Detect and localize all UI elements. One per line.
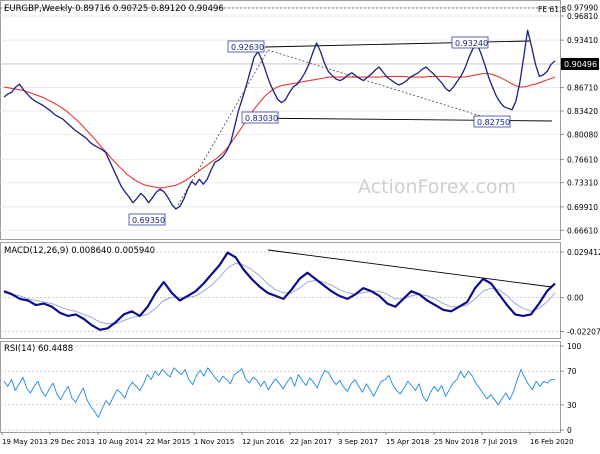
rsi-axis-labels: 100 70 30 0 [560,342,582,435]
rsi-gridlines [0,345,560,431]
x-axis-label: 3 Sep 2017 [338,438,378,446]
annotation-high-2016: 0.92630 [231,43,264,52]
annotation-low-2019: 0.82750 [477,118,510,127]
macd-tick-label: 0.029412 [567,248,600,257]
price-tick-label: 0.93410 [567,36,598,45]
annotation-low-2015: 0.69350 [132,216,165,225]
rsi-panel-frame [0,341,561,433]
price-tick-label: 0.69910 [567,203,598,212]
price-axis-labels: 0.979900.968100.934100.900900.867100.834… [560,4,598,235]
watermark: ActionForex.com [358,176,516,198]
x-axis-label: 1 Nov 2015 [194,438,234,446]
rsi-tick-label: 70 [567,367,577,376]
rsi-tick-label: 30 [567,401,577,410]
x-axis-label: 19 May 2013 [2,438,48,446]
current-price-label: 0.90496 [564,60,597,69]
rsi-line [3,367,555,418]
price-tick-label: 0.86710 [567,84,598,93]
fibonacci-label: FE 61.8 [538,5,566,14]
macd-panel-frame [0,242,561,339]
price-panel-title: EURGBP,Weekly 0.89716 0.90725 0.89120 0.… [4,4,224,14]
moving-average-line [3,72,556,189]
x-axis-label: 12 Jun 2016 [242,438,285,446]
macd-tick-label: 0.00 [567,293,584,302]
rsi-tick-label: 100 [567,342,582,351]
price-tick-label: 0.83420 [567,107,598,116]
ohlc-values: 0.89716 0.90725 0.89120 0.90496 [75,4,224,14]
price-tick-label: 0.73310 [567,179,598,188]
rsi-panel-title: RSI(14) 60.4488 [4,344,73,354]
x-axis-label: 16 Feb 2020 [530,438,574,446]
x-axis-label: 25 Nov 2018 [434,438,479,446]
annotation-low-2016: 0.83030 [245,114,278,123]
x-axis-label: 10 Aug 2014 [98,438,143,446]
macd-tick-label: -0.022074 [567,328,600,337]
annotation-high-2019: 0.93240 [455,39,488,48]
macd-panel-title: MACD(12,26,9) 0.008640 0.005940 [4,246,155,256]
price-tick-label: 0.66610 [567,226,598,235]
macd-series-group [3,251,556,331]
macd-axis-labels: 0.029412 0.00 -0.022074 [560,248,600,337]
x-axis-label: 15 Apr 2018 [386,438,429,446]
x-axis-labels: 19 May 2013 29 Dec 2013 10 Aug 2014 22 Mar … [1,432,574,446]
price-tick-label: 0.76610 [567,155,598,164]
x-axis-label: 29 Dec 2013 [50,438,95,446]
chart-root: ActionForex.com EURGBP,Weekly 0.89716 0.… [0,0,600,450]
price-tick-label: 0.96810 [567,12,598,21]
symbol-label: EURGBP,Weekly [4,4,72,14]
chart-canvas: ActionForex.com EURGBP,Weekly 0.89716 0.… [0,0,600,446]
current-price-marker: 0.90496 [561,58,599,70]
price-tick-label: 0.80080 [567,131,598,140]
channel-upper-line [264,40,531,48]
x-axis-label: 7 Jul 2019 [482,438,517,446]
rsi-series-group [3,367,555,418]
rsi-tick-label: 0 [567,426,572,435]
x-axis-label: 22 Mar 2015 [146,438,190,446]
x-axis-label: 22 Jan 2017 [290,438,332,446]
